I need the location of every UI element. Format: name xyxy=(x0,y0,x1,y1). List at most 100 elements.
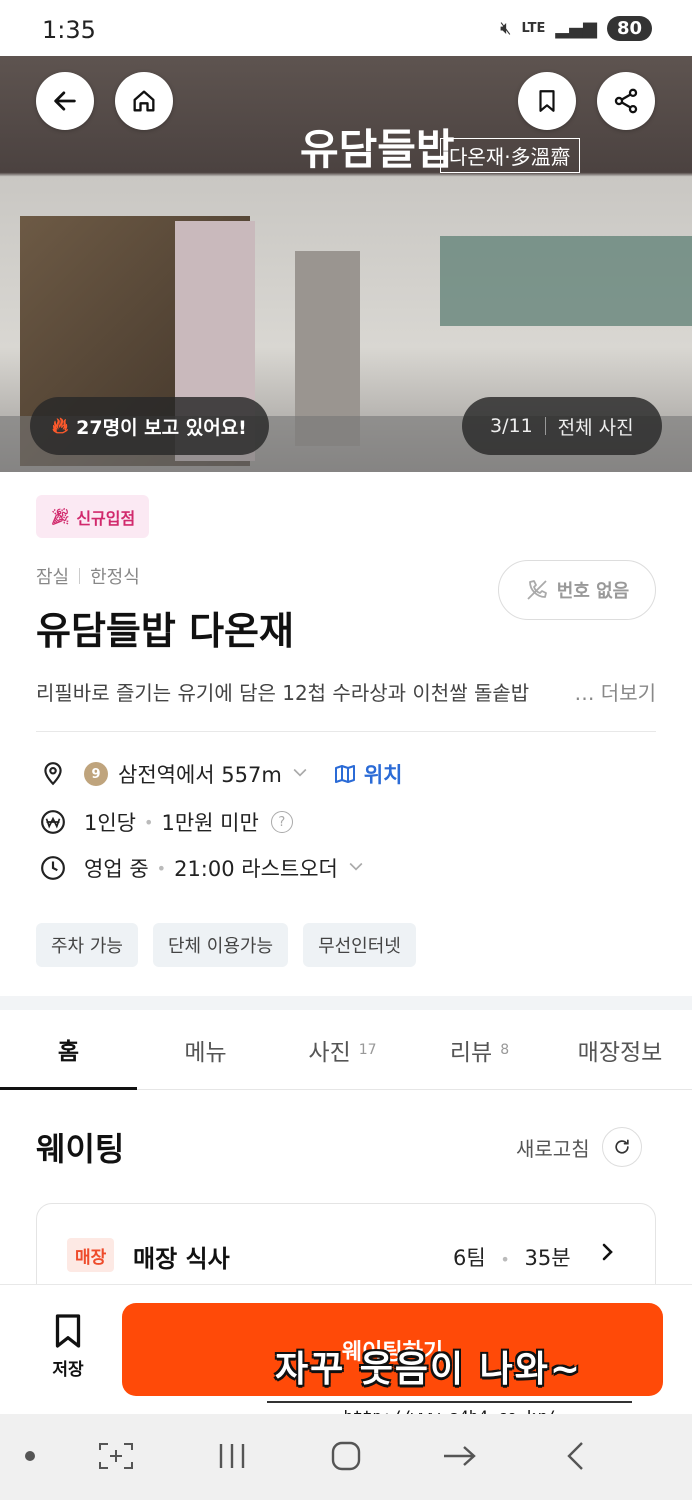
back-nav-icon[interactable] xyxy=(560,1436,590,1476)
home-button[interactable] xyxy=(115,72,173,130)
divider xyxy=(544,417,546,435)
viewers-text: 27명이 보고 있어요! xyxy=(76,416,247,439)
dot-separator: • xyxy=(500,1250,510,1269)
battery-indicator: 80 xyxy=(606,16,652,41)
party-icon: 🎉︎ xyxy=(50,507,71,526)
home-nav-icon[interactable] xyxy=(326,1436,366,1476)
help-icon[interactable]: ? xyxy=(270,811,293,833)
waiting-type-tag: 매장 xyxy=(67,1238,115,1272)
dot-separator: • xyxy=(156,858,167,878)
bookmark-icon xyxy=(55,1314,81,1348)
arrow-left-icon xyxy=(54,91,76,111)
amenity-chip: 단체 이용가능 xyxy=(152,923,289,967)
tab-reviews[interactable]: 리뷰 8 xyxy=(411,1010,548,1090)
chevron-down-icon[interactable] xyxy=(346,856,366,881)
waiting-teams: 6팀 xyxy=(453,1246,486,1270)
dot-icon xyxy=(18,1436,42,1476)
save-button[interactable]: 저장 xyxy=(40,1311,96,1380)
new-store-badge: 🎉︎ 신규입점 xyxy=(36,495,150,538)
arrow-right-icon[interactable] xyxy=(440,1436,480,1476)
refresh-icon[interactable] xyxy=(601,1127,642,1167)
tab-bar: 홈 메뉴 사진 17 리뷰 8 매장정보 xyxy=(0,1010,692,1090)
all-photos-button[interactable]: 3/11 전체 사진 xyxy=(462,397,662,455)
price-unit: 1인당 xyxy=(84,811,137,835)
tab-label[interactable]: 메뉴 xyxy=(184,1033,226,1067)
waiting-title: 웨이팅 xyxy=(36,1130,125,1168)
amenity-chip: 무선인터넷 xyxy=(303,923,416,967)
status-bar: 1:35 🔇︎ LTE ▂▄▆ 80 xyxy=(0,0,692,56)
photo-index: 3/11 xyxy=(490,415,533,437)
fire-icon: 🔥︎ xyxy=(52,413,69,439)
status-time: 1:35 xyxy=(42,16,96,44)
call-button[interactable]: 번호 없음 xyxy=(498,560,656,620)
more-label[interactable]: 더보기 xyxy=(601,681,656,705)
home-icon xyxy=(133,90,155,112)
capture-icon[interactable] xyxy=(96,1436,136,1476)
section-gap xyxy=(0,996,692,1010)
call-label: 번호 없음 xyxy=(556,581,630,602)
signal-icon: ▂▄▆ xyxy=(555,18,597,39)
distance-text[interactable]: 삼전역에서 557m xyxy=(118,759,282,789)
tab-label[interactable]: 매장정보 xyxy=(578,1033,663,1067)
storefront-window xyxy=(440,236,692,326)
tab-label[interactable]: 리뷰 xyxy=(450,1033,492,1067)
system-nav-bar xyxy=(0,1414,692,1500)
tab-menu[interactable]: 메뉴 xyxy=(137,1010,274,1090)
network-label: LTE xyxy=(521,21,546,36)
status-icons: 🔇︎ LTE ▂▄▆ 80 xyxy=(500,16,652,41)
all-photos-label: 전체 사진 xyxy=(557,416,634,439)
share-button[interactable] xyxy=(597,72,655,130)
dot-separator: • xyxy=(144,812,154,832)
tab-home[interactable]: 홈 xyxy=(0,1010,137,1090)
section-divider xyxy=(36,731,656,732)
price-row: 1인당 • 1만원 미만 ? xyxy=(36,805,293,839)
tab-count: 8 xyxy=(500,1042,510,1058)
map-pin-icon xyxy=(36,757,70,791)
divider xyxy=(79,568,81,584)
clock-icon xyxy=(36,851,70,885)
phone-off-icon xyxy=(527,580,547,600)
last-order-text[interactable]: 21:00 라스트오더 xyxy=(174,853,338,883)
store-sign-sub: 다온재·多溫齋 xyxy=(440,138,580,173)
hours-row: 영업 중 • 21:00 라스트오더 xyxy=(36,851,366,885)
location-label[interactable]: 위치 xyxy=(364,759,403,789)
bookmark-icon xyxy=(539,90,555,112)
amenity-chip: 주차 가능 xyxy=(36,923,138,967)
location-link[interactable]: 위치 xyxy=(332,759,403,789)
store-description: 리필바로 즐기는 유기에 담은 12첩 수라상과 이천쌀 돌솥밥 … 더보기 xyxy=(36,677,656,706)
save-label[interactable]: 저장 xyxy=(52,1355,83,1380)
refresh-button[interactable]: 새로고침 xyxy=(516,1127,642,1167)
waiting-stats: 6팀 • 35분 xyxy=(453,1242,571,1272)
tab-photos[interactable]: 사진 17 xyxy=(274,1010,411,1090)
tab-label[interactable]: 사진 xyxy=(308,1033,350,1067)
overlay-caption: 자꾸 웃음이 나와~ xyxy=(275,1349,583,1390)
area-label: 잠실 xyxy=(36,567,70,588)
tab-store-info[interactable]: 매장정보 xyxy=(548,1010,692,1090)
won-icon xyxy=(36,805,70,839)
amenity-chips: 주차 가능 단체 이용가능 무선인터넷 xyxy=(36,923,416,967)
description-text: 리필바로 즐기는 유기에 담은 12첩 수라상과 이천쌀 돌솥밥 xyxy=(36,681,530,705)
mute-icon: 🔇︎ xyxy=(500,18,512,39)
bookmark-button[interactable] xyxy=(518,72,576,130)
category-label: 한정식 xyxy=(90,567,140,588)
tab-count: 17 xyxy=(358,1042,377,1058)
chevron-right-icon[interactable] xyxy=(595,1240,619,1268)
map-icon xyxy=(334,765,355,783)
more-link[interactable]: … 더보기 xyxy=(568,677,656,706)
price-text: 1만원 미만 xyxy=(161,811,259,835)
breadcrumb: 잠실 한정식 xyxy=(36,563,140,589)
new-store-label: 신규입점 xyxy=(76,508,136,528)
tab-label[interactable]: 홈 xyxy=(58,1032,79,1066)
open-status: 영업 중 xyxy=(84,857,149,881)
store-sign: 유담들밥 xyxy=(300,125,455,174)
store-name: 유담들밥 다온재 xyxy=(36,609,294,653)
chevron-down-icon[interactable] xyxy=(290,762,310,787)
back-button[interactable] xyxy=(36,72,94,130)
subway-line-badge: 9 xyxy=(84,762,108,786)
waiting-time: 35분 xyxy=(524,1246,571,1270)
waiting-option-name: 매장 식사 xyxy=(133,1245,230,1273)
location-row: 9 삼전역에서 557m 위치 xyxy=(36,757,402,791)
viewers-pill: 🔥︎ 27명이 보고 있어요! xyxy=(30,397,269,455)
recent-apps-icon[interactable] xyxy=(212,1436,252,1476)
refresh-label[interactable]: 새로고침 xyxy=(516,1133,590,1162)
